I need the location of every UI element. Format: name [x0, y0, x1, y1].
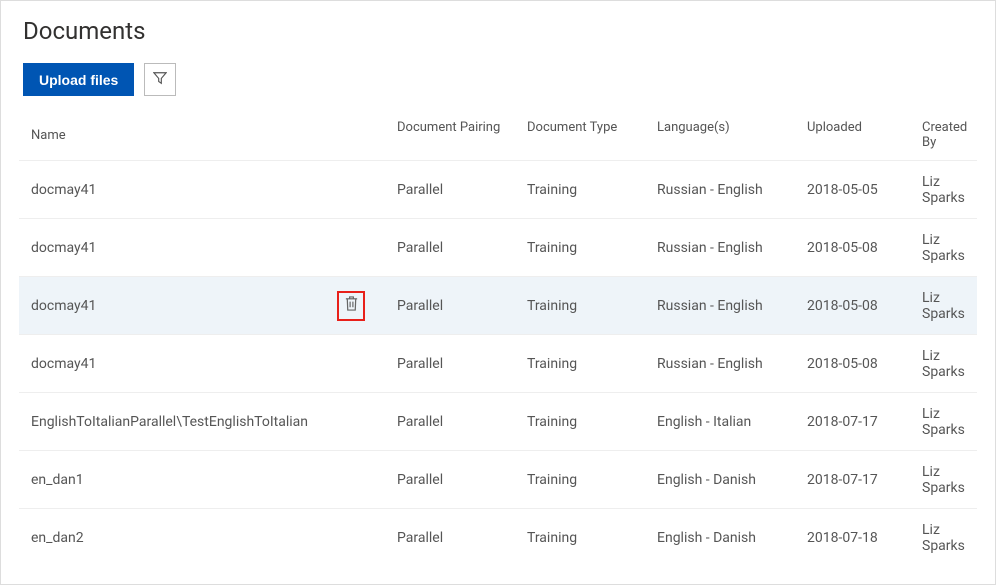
- col-header-languages[interactable]: Language(s): [657, 120, 807, 150]
- document-languages: Russian - English: [657, 356, 807, 372]
- document-created-by: Liz Sparks: [922, 464, 969, 496]
- document-pairing: Parallel: [397, 182, 527, 198]
- table-row[interactable]: docmay41 ParallelTrainingRussian - Englis…: [19, 277, 977, 335]
- document-languages: Russian - English: [657, 298, 807, 314]
- page-title: Documents: [23, 17, 977, 45]
- document-uploaded: 2018-07-17: [807, 472, 922, 488]
- document-name: en_dan2: [31, 530, 84, 546]
- filter-icon: [153, 71, 167, 88]
- document-type: Training: [527, 356, 657, 372]
- toolbar: Upload files: [23, 63, 977, 96]
- document-languages: English - Italian: [657, 414, 807, 430]
- documents-table: Name Document Pairing Document Type Lang…: [19, 110, 977, 567]
- upload-files-button[interactable]: Upload files: [23, 63, 134, 96]
- document-name: docmay41: [31, 240, 96, 256]
- document-uploaded: 2018-07-18: [807, 530, 922, 546]
- document-uploaded: 2018-05-08: [807, 298, 922, 314]
- document-languages: English - Danish: [657, 530, 807, 546]
- document-uploaded: 2018-05-08: [807, 356, 922, 372]
- trash-icon: [344, 295, 359, 316]
- document-pairing: Parallel: [397, 472, 527, 488]
- col-header-uploaded[interactable]: Uploaded: [807, 120, 922, 150]
- document-name: en_dan1: [31, 472, 84, 488]
- delete-button[interactable]: [337, 291, 365, 321]
- document-name: docmay41: [31, 298, 96, 314]
- document-name: docmay41: [31, 356, 96, 372]
- table-row[interactable]: docmay41 ParallelTrainingRussian - Englis…: [19, 219, 977, 277]
- document-uploaded: 2018-05-05: [807, 182, 922, 198]
- filter-button[interactable]: [144, 63, 176, 96]
- col-header-type[interactable]: Document Type: [527, 120, 657, 150]
- table-row[interactable]: docmay41 ParallelTrainingRussian - Englis…: [19, 335, 977, 393]
- document-created-by: Liz Sparks: [922, 348, 969, 380]
- document-created-by: Liz Sparks: [922, 290, 969, 322]
- table-header: Name Document Pairing Document Type Lang…: [19, 110, 977, 161]
- document-created-by: Liz Sparks: [922, 522, 969, 554]
- col-header-created-by[interactable]: Created By: [922, 120, 969, 150]
- document-languages: Russian - English: [657, 182, 807, 198]
- document-created-by: Liz Sparks: [922, 174, 969, 206]
- col-header-name[interactable]: Name: [27, 120, 397, 150]
- document-created-by: Liz Sparks: [922, 406, 969, 438]
- document-name: docmay41: [31, 182, 96, 198]
- document-pairing: Parallel: [397, 530, 527, 546]
- document-type: Training: [527, 298, 657, 314]
- document-uploaded: 2018-05-08: [807, 240, 922, 256]
- table-row[interactable]: EnglishToItalianParallel\TestEnglishToIt…: [19, 393, 977, 451]
- document-type: Training: [527, 182, 657, 198]
- document-pairing: Parallel: [397, 414, 527, 430]
- col-header-pairing[interactable]: Document Pairing: [397, 120, 527, 150]
- table-row[interactable]: en_dan2 ParallelTrainingEnglish - Danish2…: [19, 509, 977, 567]
- document-uploaded: 2018-07-17: [807, 414, 922, 430]
- table-row[interactable]: en_dan1 ParallelTrainingEnglish - Danish2…: [19, 451, 977, 509]
- document-pairing: Parallel: [397, 356, 527, 372]
- document-languages: English - Danish: [657, 472, 807, 488]
- document-languages: Russian - English: [657, 240, 807, 256]
- table-row[interactable]: docmay41 ParallelTrainingRussian - Englis…: [19, 161, 977, 219]
- document-type: Training: [527, 472, 657, 488]
- document-created-by: Liz Sparks: [922, 232, 969, 264]
- document-pairing: Parallel: [397, 240, 527, 256]
- document-type: Training: [527, 530, 657, 546]
- document-type: Training: [527, 414, 657, 430]
- document-pairing: Parallel: [397, 298, 527, 314]
- document-name: EnglishToItalianParallel\TestEnglishToIt…: [31, 414, 308, 430]
- document-type: Training: [527, 240, 657, 256]
- documents-panel: Documents Upload files Name Document Pai…: [0, 0, 996, 585]
